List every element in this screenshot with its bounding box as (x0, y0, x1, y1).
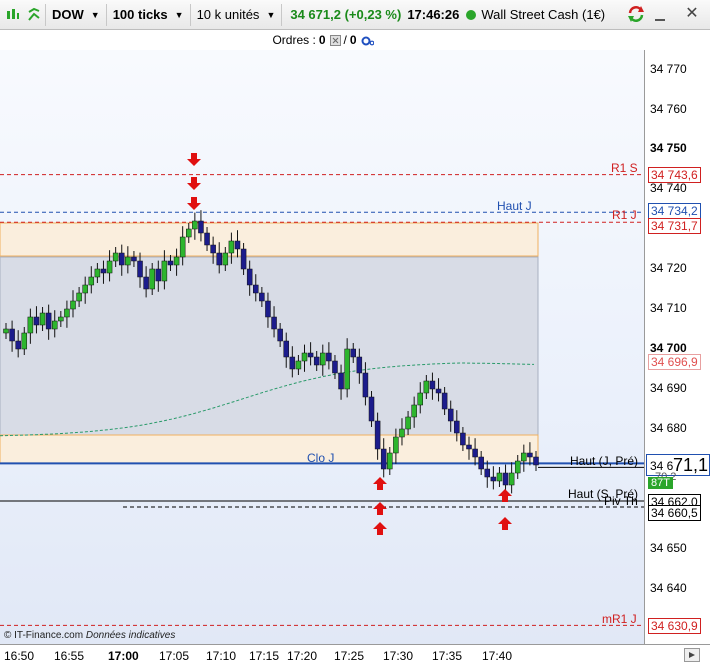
time-tick: 17:05 (159, 649, 190, 663)
time-tick: 17:35 (432, 649, 463, 663)
status-dot-icon (466, 9, 477, 20)
time-tick: 17:40 (482, 649, 513, 663)
piv-line-label: Piv Th (604, 494, 638, 508)
price-chart[interactable] (0, 50, 644, 644)
units-label: 10 k unités (196, 7, 260, 22)
time-tick: 17:25 (334, 649, 365, 663)
time-tick: 16:55 (54, 649, 85, 663)
close-button[interactable]: ✕ (684, 6, 700, 22)
r1s-price-tag: 34 743,6 (648, 167, 701, 183)
price-tick: 34 720 (650, 261, 687, 275)
mr1j-price-tag: 34 630,9 (648, 618, 701, 634)
r1s-line-label: R1 S (611, 161, 638, 175)
instrument-name: Wall Street Cash (1€) (481, 7, 606, 22)
time-tick: 17:00 (108, 649, 139, 663)
trend-icon[interactable] (26, 3, 46, 26)
candle (484, 460, 491, 488)
ticks-label: 100 ticks (112, 7, 168, 22)
chevron-down-icon: ▼ (90, 9, 100, 20)
toolbar: DOW ▼ 100 ticks ▼ 10 k unités ▼ 34 671,2… (0, 0, 710, 30)
s-pre-price-tag: 34 660,5 (648, 505, 701, 521)
time-tick: 17:15 (249, 649, 280, 663)
copyright-text: © IT-Finance.com (4, 630, 84, 641)
orders-separator: / (343, 33, 347, 47)
symbol-dropdown[interactable]: DOW ▼ (46, 3, 107, 26)
sell-arrow-icon (187, 153, 201, 166)
buy-arrow-icon (498, 517, 512, 530)
price-tick: 34 650 (650, 541, 687, 555)
buy-arrow-icon (373, 477, 387, 490)
hautj-price-tag: 34 734,2 (648, 203, 701, 219)
indicator-icon[interactable] (3, 4, 23, 26)
candle (508, 462, 515, 494)
sell-arrow-icon (187, 177, 201, 190)
chevron-down-icon: ▼ (266, 9, 276, 20)
time-axis[interactable]: 16:50 16:55 17:00 17:05 17:10 17:15 17:2… (0, 644, 710, 664)
buy-arrow-icon (373, 502, 387, 515)
cloj-line-label: Clo J (307, 451, 335, 465)
zone-middle (0, 256, 539, 436)
tick-count-badge: 87T (648, 477, 673, 489)
orders-bar: Ordres : 0 / 0 (0, 30, 644, 50)
refresh-icon[interactable] (626, 4, 646, 27)
time-tick: 17:30 (383, 649, 414, 663)
trading-chart-window: DOW ▼ 100 ticks ▼ 10 k unités ▼ 34 671,2… (0, 0, 710, 664)
price-tick: 34 680 (650, 421, 687, 435)
buy-arrow-icon (373, 522, 387, 535)
settings-gear-icon[interactable] (361, 35, 374, 46)
candle (490, 466, 497, 490)
price-tick: 34 690 (650, 381, 687, 395)
time-tick: 17:20 (287, 649, 318, 663)
buy-arrow-icon (498, 489, 512, 502)
current-price-big: 71,1 (673, 455, 709, 475)
data-note: Données indicatives (85, 630, 176, 641)
symbol-label: DOW (52, 7, 84, 22)
chevron-down-icon: ▼ (174, 9, 184, 20)
price-tick: 34 740 (650, 181, 687, 195)
mr1j-line-label: mR1 J (602, 612, 637, 626)
minimize-button[interactable] (652, 6, 668, 22)
price-tick: 34 760 (650, 102, 687, 116)
quote-price: 34 671,2 (+0,23 %) (290, 7, 402, 22)
haut-jpre-line-label: Haut (J, Pré) (570, 454, 639, 468)
time-tick: 16:50 (4, 649, 35, 663)
price-tick: 34 750 (650, 141, 687, 155)
r1j-price-tag: 34 731,7 (648, 218, 701, 234)
time-tick: 17:10 (206, 649, 237, 663)
price-tick: 34 700 (650, 341, 687, 355)
r1j-line-label: R1 J (612, 208, 637, 222)
candle (496, 467, 503, 487)
footer-note: © IT-Finance.com Données indicatives (4, 630, 175, 641)
sell-arrow-icon (187, 197, 201, 210)
ma-price-tag: 34 696,9 (648, 354, 701, 370)
ticks-dropdown[interactable]: 100 ticks ▼ (107, 3, 191, 26)
price-tick: 34 640 (650, 581, 687, 595)
quote-time: 17:46:26 (407, 7, 460, 22)
orders-count-b: 0 (349, 33, 357, 47)
orders-label: Ordres : (272, 33, 316, 47)
orders-count-a: 0 (318, 33, 326, 47)
price-tick: 34 770 (650, 62, 687, 76)
zone-upper (0, 222, 539, 257)
orders-cancel-icon[interactable] (329, 34, 341, 46)
scroll-right-icon[interactable] (684, 648, 700, 662)
hautj-line-label: Haut J (497, 199, 532, 213)
price-tick: 34 710 (650, 301, 687, 315)
units-dropdown[interactable]: 10 k unités ▼ (191, 3, 283, 26)
